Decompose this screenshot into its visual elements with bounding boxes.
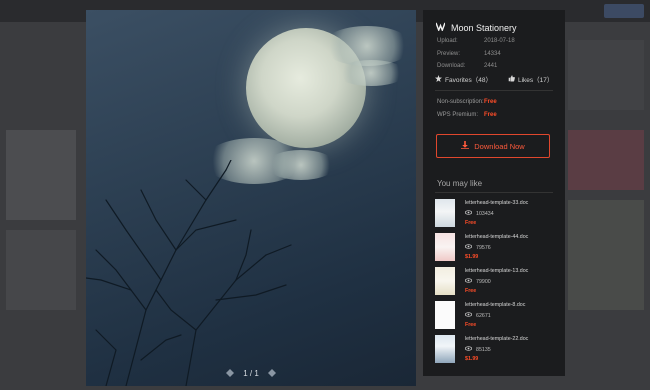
template-price: Free <box>465 220 477 226</box>
template-price: Free <box>465 322 477 328</box>
download-count-value: 2441 <box>484 63 498 69</box>
template-name: letterhead-template-33.doc <box>465 200 529 206</box>
cloud-artwork <box>336 60 406 86</box>
non-subscription-price: Free <box>484 99 497 105</box>
divider <box>435 192 553 193</box>
template-name: letterhead-template-22.doc <box>465 336 529 342</box>
wps-logo-icon <box>435 22 446 33</box>
recommended-template[interactable]: letterhead-template-44.doc 79576 $1.99 <box>435 233 555 263</box>
you-may-like-heading: You may like <box>437 179 483 188</box>
background-card <box>568 130 644 190</box>
template-price: $1.99 <box>465 254 479 260</box>
favorites-label: Favorites（48） <box>445 77 492 84</box>
template-price: Free <box>465 288 477 294</box>
preview-value: 14334 <box>484 51 501 57</box>
recommended-template[interactable]: letterhead-template-8.doc 62671 Free <box>435 301 555 331</box>
background-card <box>568 200 644 310</box>
recommended-template[interactable]: letterhead-template-13.doc 79900 Free <box>435 267 555 297</box>
template-title-text: Moon Stationery <box>451 22 517 33</box>
star-icon <box>435 74 442 84</box>
template-thumbnail <box>435 233 455 261</box>
next-page-icon[interactable] <box>267 369 276 377</box>
template-views: 85135 <box>464 346 491 353</box>
eye-icon <box>464 210 473 217</box>
template-thumbnail <box>435 301 455 329</box>
template-title: Moon Stationery <box>435 22 517 33</box>
premium-price: Free <box>484 112 497 118</box>
download-now-label: Download Now <box>474 141 525 151</box>
template-view-count: 103434 <box>476 210 494 217</box>
download-icon <box>461 141 470 151</box>
template-details-panel: Moon Stationery Upload: 2018-07-18 Previ… <box>423 10 565 376</box>
template-view-count: 79900 <box>476 278 491 285</box>
eye-icon <box>464 244 473 251</box>
eye-icon <box>464 312 473 319</box>
template-name: letterhead-template-13.doc <box>465 268 529 274</box>
divider <box>435 90 553 91</box>
template-view-count: 62671 <box>476 312 491 319</box>
premium-label: WPS Premium: <box>437 112 479 118</box>
template-name: letterhead-template-44.doc <box>465 234 529 240</box>
template-views: 103434 <box>464 210 494 217</box>
preview-label: Preview: <box>437 51 461 57</box>
background-card <box>6 230 76 310</box>
download-now-button[interactable]: Download Now <box>436 134 550 158</box>
background-card <box>568 40 644 110</box>
template-preview: 1 / 1 <box>86 10 416 386</box>
recommended-template[interactable]: letterhead-template-33.doc 103434 Free <box>435 199 555 229</box>
previous-page-icon[interactable] <box>226 369 234 377</box>
tree-branches-artwork <box>86 160 292 386</box>
likes-label: Likes（17） <box>517 77 554 84</box>
template-thumbnail <box>435 267 455 295</box>
template-views: 79900 <box>464 278 491 285</box>
template-views: 62671 <box>464 312 491 319</box>
upload-label: Upload: <box>437 38 458 44</box>
likes-button[interactable]: Likes（17） <box>508 74 553 84</box>
favorites-button[interactable]: Favorites（48） <box>435 74 492 84</box>
preview-pager: 1 / 1 <box>226 366 276 380</box>
thumbs-up-icon <box>508 74 515 84</box>
template-view-count: 79576 <box>476 244 491 251</box>
template-thumbnail <box>435 335 455 363</box>
recommended-template[interactable]: letterhead-template-22.doc 85135 $1.99 <box>435 335 555 365</box>
template-view-count: 85135 <box>476 346 491 353</box>
social-stats: Favorites（48） Likes（17） <box>435 74 553 84</box>
background-search-button <box>604 4 644 18</box>
eye-icon <box>464 346 473 353</box>
non-subscription-label: Non-subscription: <box>437 99 484 105</box>
template-price: $1.99 <box>465 356 479 362</box>
page-indicator: 1 / 1 <box>243 368 259 378</box>
eye-icon <box>464 278 473 285</box>
background-card <box>6 130 76 220</box>
template-views: 79576 <box>464 244 491 251</box>
template-name: letterhead-template-8.doc <box>465 302 526 308</box>
template-thumbnail <box>435 199 455 227</box>
download-count-label: Download: <box>437 63 466 69</box>
upload-value: 2018-07-18 <box>484 38 515 44</box>
